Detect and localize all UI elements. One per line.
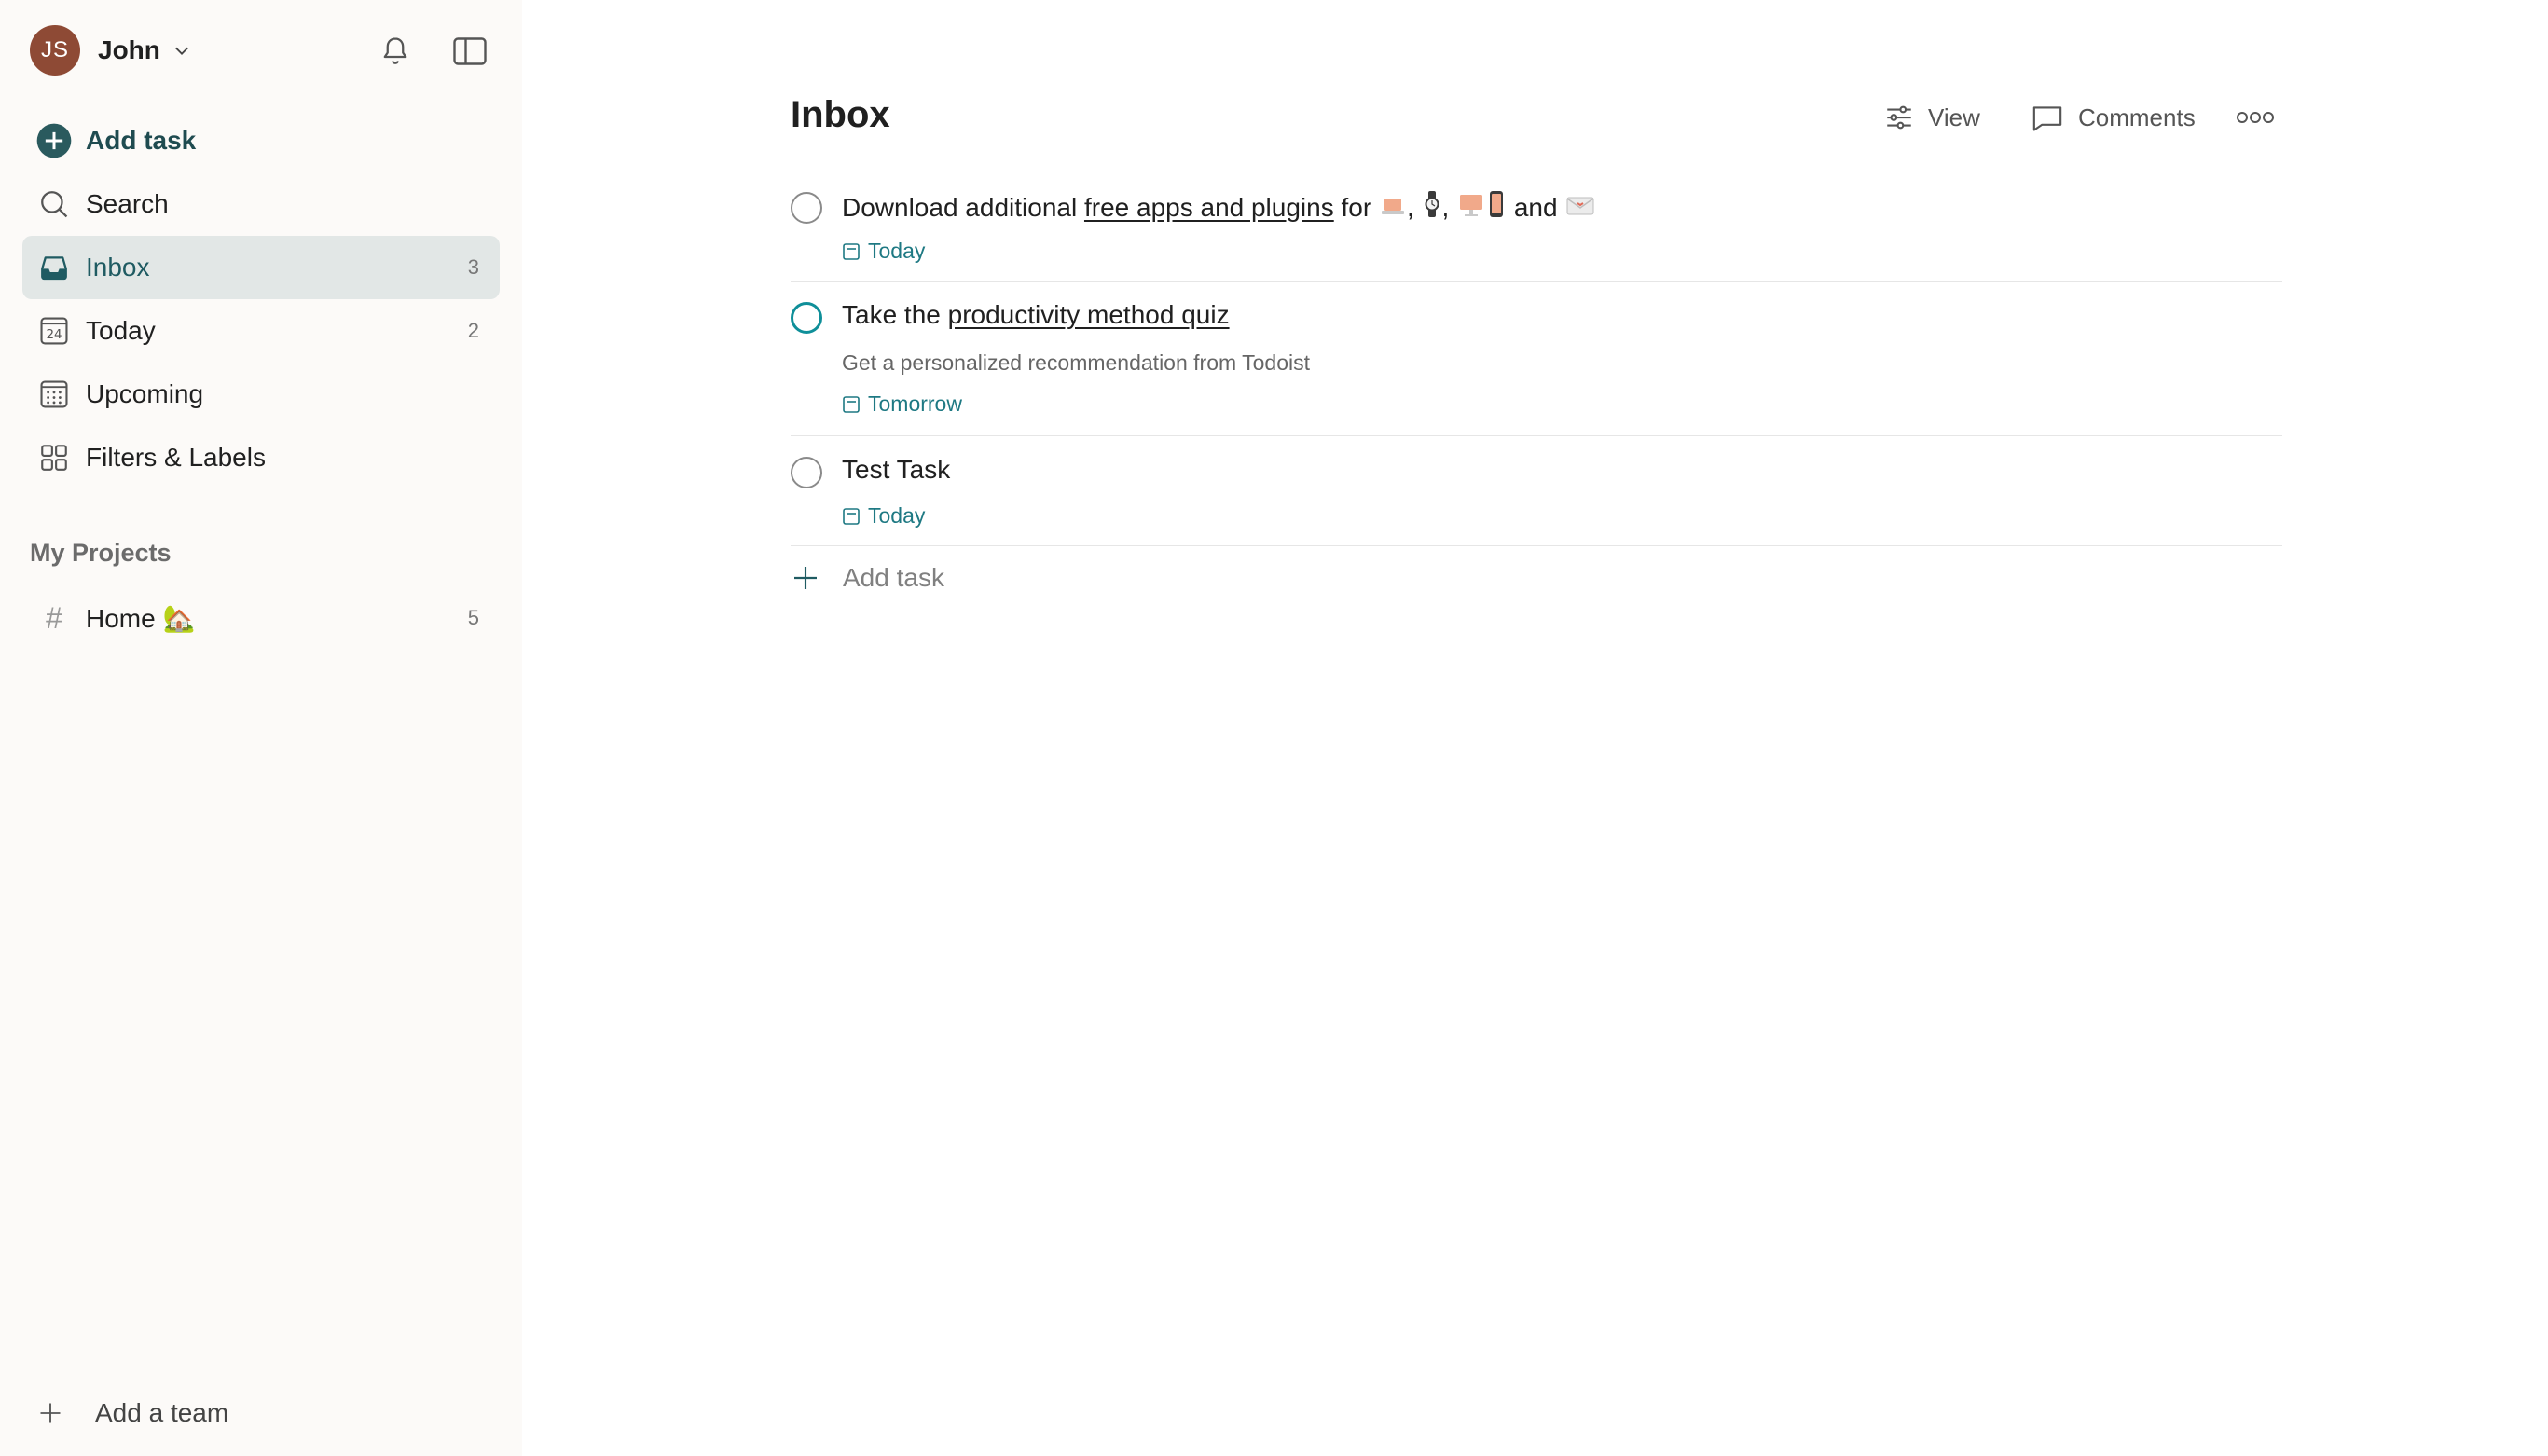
filters-grid-icon <box>35 439 73 476</box>
search-icon <box>35 185 73 223</box>
task-content[interactable]: Take the productivity method quiz <box>842 300 1230 330</box>
sidebar-item-inbox[interactable]: Inbox 3 <box>22 236 500 299</box>
comments-label: Comments <box>2078 103 2196 131</box>
add-task-button[interactable]: Add task <box>22 109 500 172</box>
task-due-date[interactable]: Today <box>842 503 925 529</box>
task-text: Test Task <box>842 455 951 484</box>
sidebar-item-project-home[interactable]: # Home 🏡 5 <box>22 586 500 650</box>
calendar-small-icon <box>843 507 860 525</box>
task-item[interactable]: Take the productivity method quiz Get a … <box>791 300 2282 431</box>
task-checkbox[interactable] <box>791 457 822 488</box>
task-item[interactable]: Download additional free apps and plugin… <box>791 190 2282 280</box>
inbox-label: Inbox <box>86 253 150 282</box>
page-title: Inbox <box>791 94 890 135</box>
username: John <box>98 35 160 64</box>
today-label: Today <box>86 316 156 345</box>
task-divider <box>791 281 2282 282</box>
hash-icon: # <box>46 600 62 635</box>
laptop-emoji <box>1381 199 1404 214</box>
add-task-inline-button[interactable]: Add task <box>791 563 944 593</box>
user-menu[interactable]: JS John <box>30 25 192 76</box>
view-settings-icon <box>1887 105 1911 130</box>
view-label: View <box>1928 103 1980 131</box>
svg-text:24: 24 <box>46 328 62 342</box>
search-label: Search <box>86 189 169 218</box>
sidebar-item-filters-labels[interactable]: Filters & Labels <box>22 426 500 489</box>
sidebar-item-upcoming[interactable]: Upcoming <box>22 363 500 426</box>
sidebar-toggle-icon <box>453 37 487 65</box>
comment-icon <box>2032 106 2062 131</box>
sidebar-item-today[interactable]: 24 Today 2 <box>22 299 500 363</box>
plus-circle-icon <box>35 122 73 159</box>
comments-button[interactable]: Comments <box>2030 97 2196 138</box>
task-divider <box>791 435 2282 436</box>
phone-emoji <box>1490 191 1504 217</box>
project-count: 5 <box>467 606 479 629</box>
view-button[interactable]: View <box>1883 97 1980 138</box>
filters-labels-label: Filters & Labels <box>86 443 266 472</box>
bell-icon <box>383 37 407 64</box>
plus-icon <box>40 1403 61 1423</box>
task-link[interactable]: free apps and plugins <box>1084 193 1334 222</box>
task-text: Take the <box>842 300 948 329</box>
task-text: for <box>1333 193 1379 222</box>
more-actions-button[interactable] <box>2236 97 2275 138</box>
task-due-date[interactable]: Today <box>842 239 925 264</box>
upcoming-label: Upcoming <box>86 379 204 408</box>
my-projects-heading[interactable]: My Projects <box>30 539 172 568</box>
task-text: , <box>1406 193 1422 222</box>
task-content[interactable]: Test Task <box>842 455 950 485</box>
calendar-small-icon <box>843 395 860 413</box>
task-description: Get a personalized recommendation from T… <box>842 350 1311 375</box>
task-divider <box>791 545 2282 546</box>
calendar-grid-icon <box>35 376 73 413</box>
inbox-icon <box>35 249 73 286</box>
add-task-label: Add task <box>86 126 197 155</box>
task-due-date[interactable]: Tomorrow <box>842 391 962 417</box>
avatar: JS <box>30 25 80 76</box>
chevron-down-icon <box>174 47 188 55</box>
main-content: Inbox View Comments Download additional … <box>523 0 2548 1456</box>
inbox-count: 3 <box>467 255 479 279</box>
add-task-inline-label: Add task <box>843 563 944 592</box>
task-item[interactable]: Test Task Today <box>791 455 2282 544</box>
envelope-emoji <box>1566 197 1594 215</box>
task-link[interactable]: productivity method quiz <box>948 300 1230 329</box>
task-checkbox[interactable] <box>791 192 822 224</box>
due-label: Tomorrow <box>868 391 962 416</box>
sidebar: JS John Add task Search Inbox 3 24 Today… <box>0 0 522 1456</box>
task-checkbox[interactable] <box>791 302 822 334</box>
project-name: Home 🏡 <box>86 603 196 633</box>
calendar-small-icon <box>843 242 860 260</box>
task-text: Download additional <box>842 193 1084 222</box>
sidebar-item-search[interactable]: Search <box>22 172 500 236</box>
today-count: 2 <box>467 319 479 342</box>
add-team-label: Add a team <box>95 1398 229 1427</box>
watch-emoji <box>1425 191 1439 217</box>
calendar-today-icon: 24 <box>35 312 73 350</box>
due-label: Today <box>868 239 926 263</box>
task-text: , <box>1441 193 1457 222</box>
notifications-button[interactable] <box>375 31 416 72</box>
desktop-emoji <box>1460 195 1483 216</box>
task-text: and <box>1507 193 1565 222</box>
toggle-sidebar-button[interactable] <box>449 31 490 72</box>
avatar-initials: JS <box>40 37 69 62</box>
more-icon <box>2237 112 2274 123</box>
plus-icon <box>794 567 817 589</box>
add-team-button[interactable]: Add a team <box>37 1398 228 1428</box>
task-content[interactable]: Download additional free apps and plugin… <box>842 190 1596 223</box>
due-label: Today <box>868 503 926 528</box>
